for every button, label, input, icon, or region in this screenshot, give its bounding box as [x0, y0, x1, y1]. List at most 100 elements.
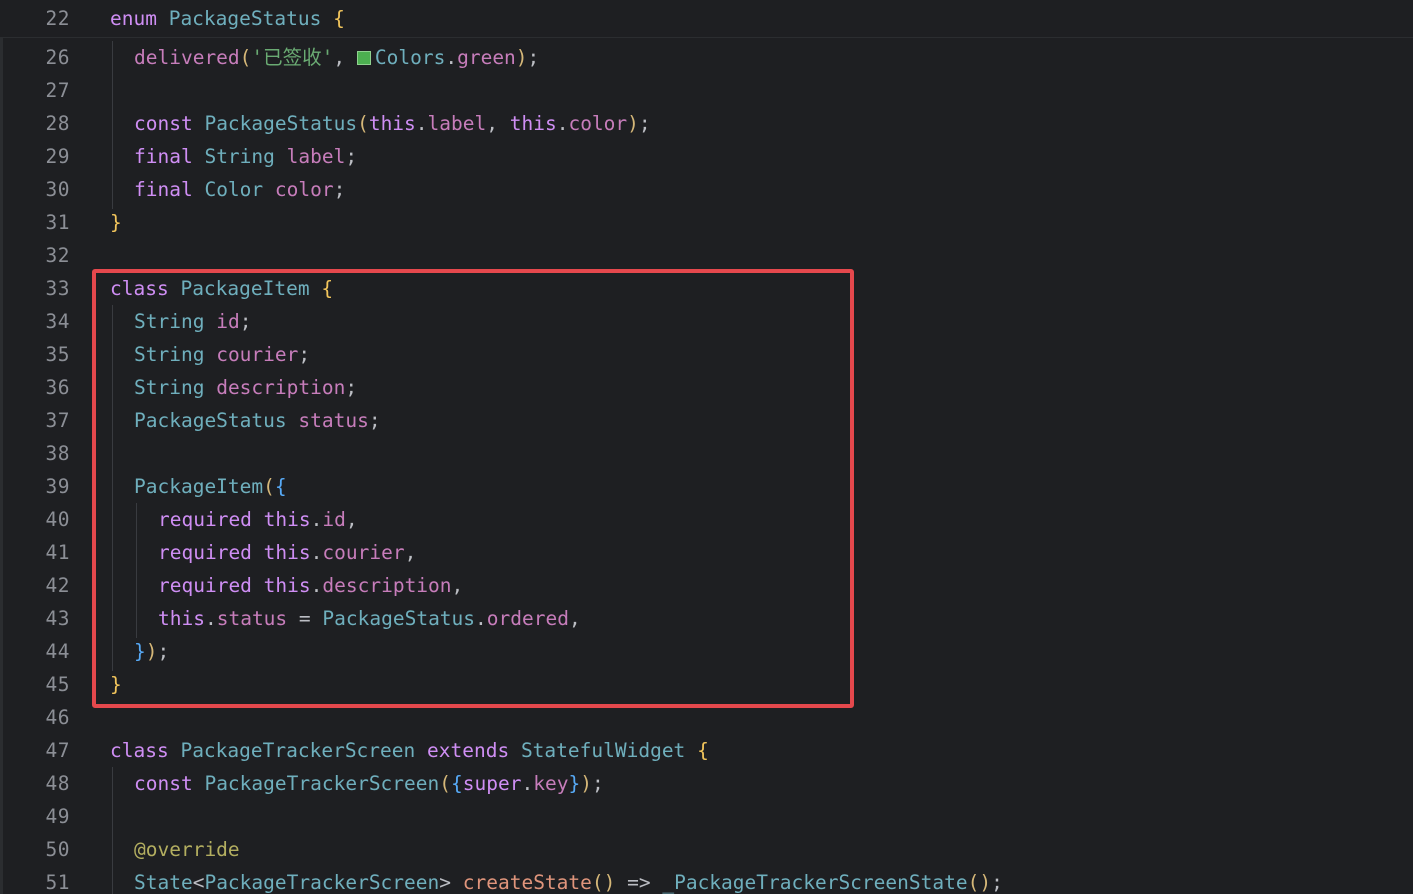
code-token: => [615, 871, 663, 894]
code-line[interactable]: 33 class PackageItem { [0, 272, 1413, 305]
code-line[interactable]: 29 final String label; [0, 140, 1413, 173]
code-line[interactable]: 26 delivered('已签收', Colors.green); [0, 41, 1413, 74]
code-line[interactable]: 31} [0, 206, 1413, 239]
code-token: createState [462, 871, 592, 894]
code-text[interactable]: required this.courier, [158, 536, 416, 569]
line-number[interactable]: 39 [0, 470, 70, 503]
code-line[interactable]: 51 State<PackageTrackerScreen> createStat… [0, 866, 1413, 894]
code-line[interactable]: 39 PackageItem({ [0, 470, 1413, 503]
code-text[interactable]: required this.description, [158, 569, 463, 602]
line-number[interactable]: 26 [0, 41, 70, 74]
code-text[interactable]: required this.id, [158, 503, 358, 536]
code-editor[interactable]: 26 delivered('已签收', Colors.green); 27 28 con… [0, 0, 1413, 894]
code-token: , [333, 46, 357, 69]
code-token: PackageTrackerScreen [204, 871, 440, 894]
code-text[interactable]: String id; [134, 305, 251, 338]
line-number[interactable]: 30 [0, 173, 70, 206]
line-number[interactable]: 35 [0, 338, 70, 371]
code-line[interactable]: 44}); [0, 635, 1413, 668]
code-line[interactable]: 32 [0, 239, 1413, 272]
code-line[interactable]: 50 @override [0, 833, 1413, 866]
code-text[interactable]: class PackageTrackerScreen extends State… [110, 734, 709, 767]
code-token: this [263, 574, 311, 597]
code-text[interactable]: PackageItem({ [134, 470, 287, 503]
line-number[interactable]: 22 [0, 2, 70, 35]
code-line[interactable]: 42 required this.description, [0, 569, 1413, 602]
code-line[interactable]: 48 const PackageTrackerScreen({super.key}… [0, 767, 1413, 800]
code-token: , [404, 541, 417, 564]
line-number[interactable]: 32 [0, 239, 70, 272]
line-number[interactable]: 43 [0, 602, 70, 635]
code-text[interactable]: PackageStatus status; [134, 404, 381, 437]
line-number[interactable]: 50 [0, 833, 70, 866]
line-number[interactable]: 31 [0, 206, 70, 239]
code-line[interactable]: 22 enum PackageStatus { [0, 2, 1413, 35]
code-token: ( [439, 772, 452, 795]
code-line[interactable]: 35 String courier; [0, 338, 1413, 371]
code-text[interactable]: class PackageItem { [110, 272, 333, 305]
code-line[interactable]: 37 PackageStatus status; [0, 404, 1413, 437]
code-line[interactable]: 46 [0, 701, 1413, 734]
code-token: ( [239, 46, 252, 69]
code-line[interactable]: 34 String id; [0, 305, 1413, 338]
code-text[interactable]: @override [134, 833, 240, 866]
line-number[interactable]: 46 [0, 701, 70, 734]
code-token: . [415, 112, 428, 135]
code-text[interactable]: this.status = PackageStatus.ordered, [158, 602, 581, 635]
code-text[interactable]: String description; [134, 371, 357, 404]
code-line[interactable]: 47 class PackageTrackerScreen extends Sta… [0, 734, 1413, 767]
code-text[interactable]: delivered('已签收', Colors.green); [134, 41, 539, 74]
color-swatch-icon[interactable] [356, 51, 371, 65]
line-number[interactable]: 37 [0, 404, 70, 437]
code-token: final [134, 178, 205, 201]
code-line[interactable]: 38 [0, 437, 1413, 470]
line-number[interactable]: 49 [0, 800, 70, 833]
code-token: this [368, 112, 416, 135]
line-number[interactable]: 47 [0, 734, 70, 767]
code-text[interactable]: const PackageTrackerScreen({super.key}); [134, 767, 604, 800]
code-text[interactable]: enum PackageStatus { [110, 2, 345, 35]
code-line[interactable]: 36 String description; [0, 371, 1413, 404]
line-number[interactable]: 27 [0, 74, 70, 107]
code-line[interactable]: 49 [0, 800, 1413, 833]
code-text[interactable]: }); [134, 635, 169, 668]
line-number[interactable]: 44 [0, 635, 70, 668]
code-token: , [345, 508, 358, 531]
line-number[interactable]: 48 [0, 767, 70, 800]
code-line[interactable]: 41 required this.courier, [0, 536, 1413, 569]
sticky-scope-header[interactable]: 22 enum PackageStatus { [0, 0, 1413, 38]
code-line[interactable]: 28 const PackageStatus(this.label, this.c… [0, 107, 1413, 140]
code-text[interactable]: State<PackageTrackerScreen> createState(… [134, 866, 1003, 894]
line-number[interactable]: 36 [0, 371, 70, 404]
code-token: ; [368, 409, 381, 432]
code-token: . [475, 607, 487, 630]
line-number[interactable]: 38 [0, 437, 70, 470]
code-text[interactable]: const PackageStatus(this.label, this.col… [134, 107, 651, 140]
code-token: String [134, 310, 205, 333]
code-line[interactable]: 40 required this.id, [0, 503, 1413, 536]
code-text[interactable]: final String label; [134, 140, 357, 173]
line-number[interactable]: 33 [0, 272, 70, 305]
code-text[interactable]: final Color color; [134, 173, 345, 206]
line-number[interactable]: 51 [0, 866, 70, 894]
code-token: . [310, 574, 323, 597]
line-number[interactable]: 28 [0, 107, 70, 140]
line-number[interactable]: 41 [0, 536, 70, 569]
code-token: () [967, 871, 992, 894]
code-token: class [110, 739, 181, 762]
code-line[interactable]: 27 [0, 74, 1413, 107]
line-number[interactable]: 45 [0, 668, 70, 701]
code-line[interactable]: 43 this.status = PackageStatus.ordered, [0, 602, 1413, 635]
line-number[interactable]: 29 [0, 140, 70, 173]
line-number[interactable]: 40 [0, 503, 70, 536]
code-line[interactable]: 45} [0, 668, 1413, 701]
code-line[interactable]: 30 final Color color; [0, 173, 1413, 206]
code-text[interactable]: String courier; [134, 338, 310, 371]
code-text[interactable]: } [110, 206, 122, 239]
code-token: } [110, 673, 122, 696]
line-number[interactable]: 42 [0, 569, 70, 602]
code-text[interactable]: } [110, 668, 122, 701]
line-number[interactable]: 34 [0, 305, 70, 338]
